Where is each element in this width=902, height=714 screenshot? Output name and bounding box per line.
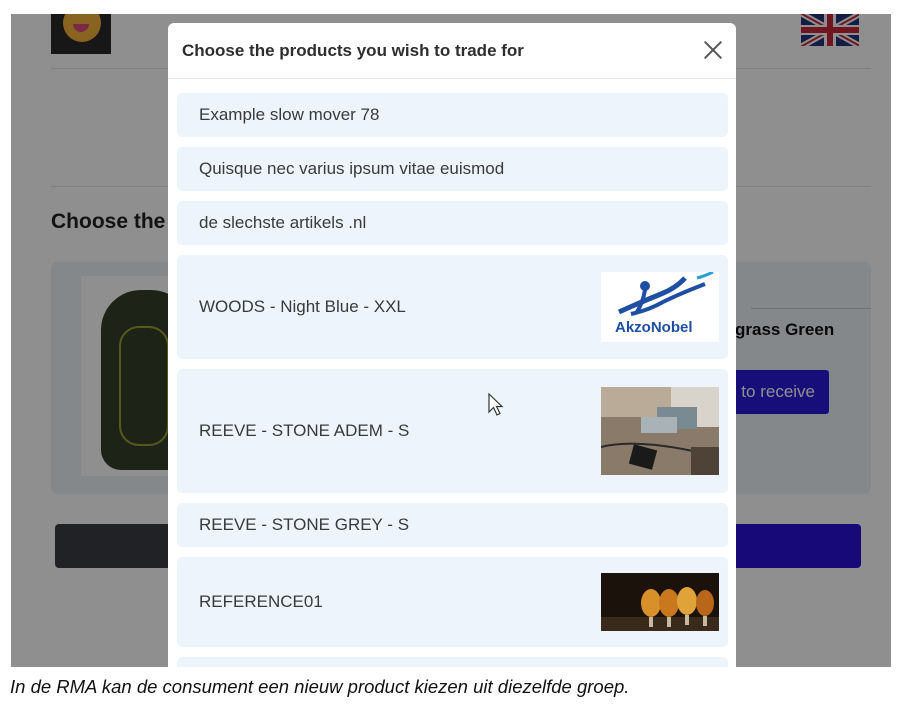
product-option[interactable]: Quisque nec varius ipsum vitae euismod [177, 147, 728, 191]
figure-caption: In de RMA kan de consument een nieuw pro… [10, 676, 630, 697]
product-option[interactable]: WOODS - Night Blue - XXL AkzoNobel [177, 255, 728, 359]
product-option-label: WOODS - Night Blue - XXL [199, 297, 406, 316]
product-option-label: de slechste artikels .nl [199, 213, 367, 232]
product-option[interactable] [177, 657, 728, 667]
beer-glasses-photo [601, 573, 719, 631]
product-option-list: Example slow mover 78 Quisque nec varius… [177, 93, 728, 667]
desk-photo-thumbnail [601, 387, 719, 475]
modal-header: Choose the products you wish to trade fo… [168, 23, 736, 79]
product-option[interactable]: REEVE - STONE GREY - S [177, 503, 728, 547]
mouse-cursor-icon [488, 392, 504, 416]
product-option[interactable]: REEVE - STONE ADEM - S [177, 369, 728, 493]
product-option-label: REEVE - STONE GREY - S [199, 515, 410, 534]
product-option[interactable]: Example slow mover 78 [177, 93, 728, 137]
product-option-label: REFERENCE01 [199, 592, 323, 611]
close-icon[interactable] [698, 35, 728, 65]
trade-products-modal: Choose the products you wish to trade fo… [168, 23, 736, 667]
product-option-label: Quisque nec varius ipsum vitae euismod [199, 159, 505, 178]
product-option-label: Example slow mover 78 [199, 105, 380, 124]
beer-glasses-thumbnail [601, 573, 719, 631]
modal-title: Choose the products you wish to trade fo… [182, 41, 524, 60]
screenshot: Choose the grass Green to receive Choose… [11, 14, 891, 667]
akzonobel-logo-thumbnail: AkzoNobel [601, 272, 719, 342]
product-option[interactable]: REFERENCE01 [177, 557, 728, 647]
desk-photo [601, 387, 719, 475]
akzonobel-logo-text: AkzoNobel [615, 319, 693, 336]
product-option-label: REEVE - STONE ADEM - S [199, 421, 410, 440]
product-option[interactable]: de slechste artikels .nl [177, 201, 728, 245]
